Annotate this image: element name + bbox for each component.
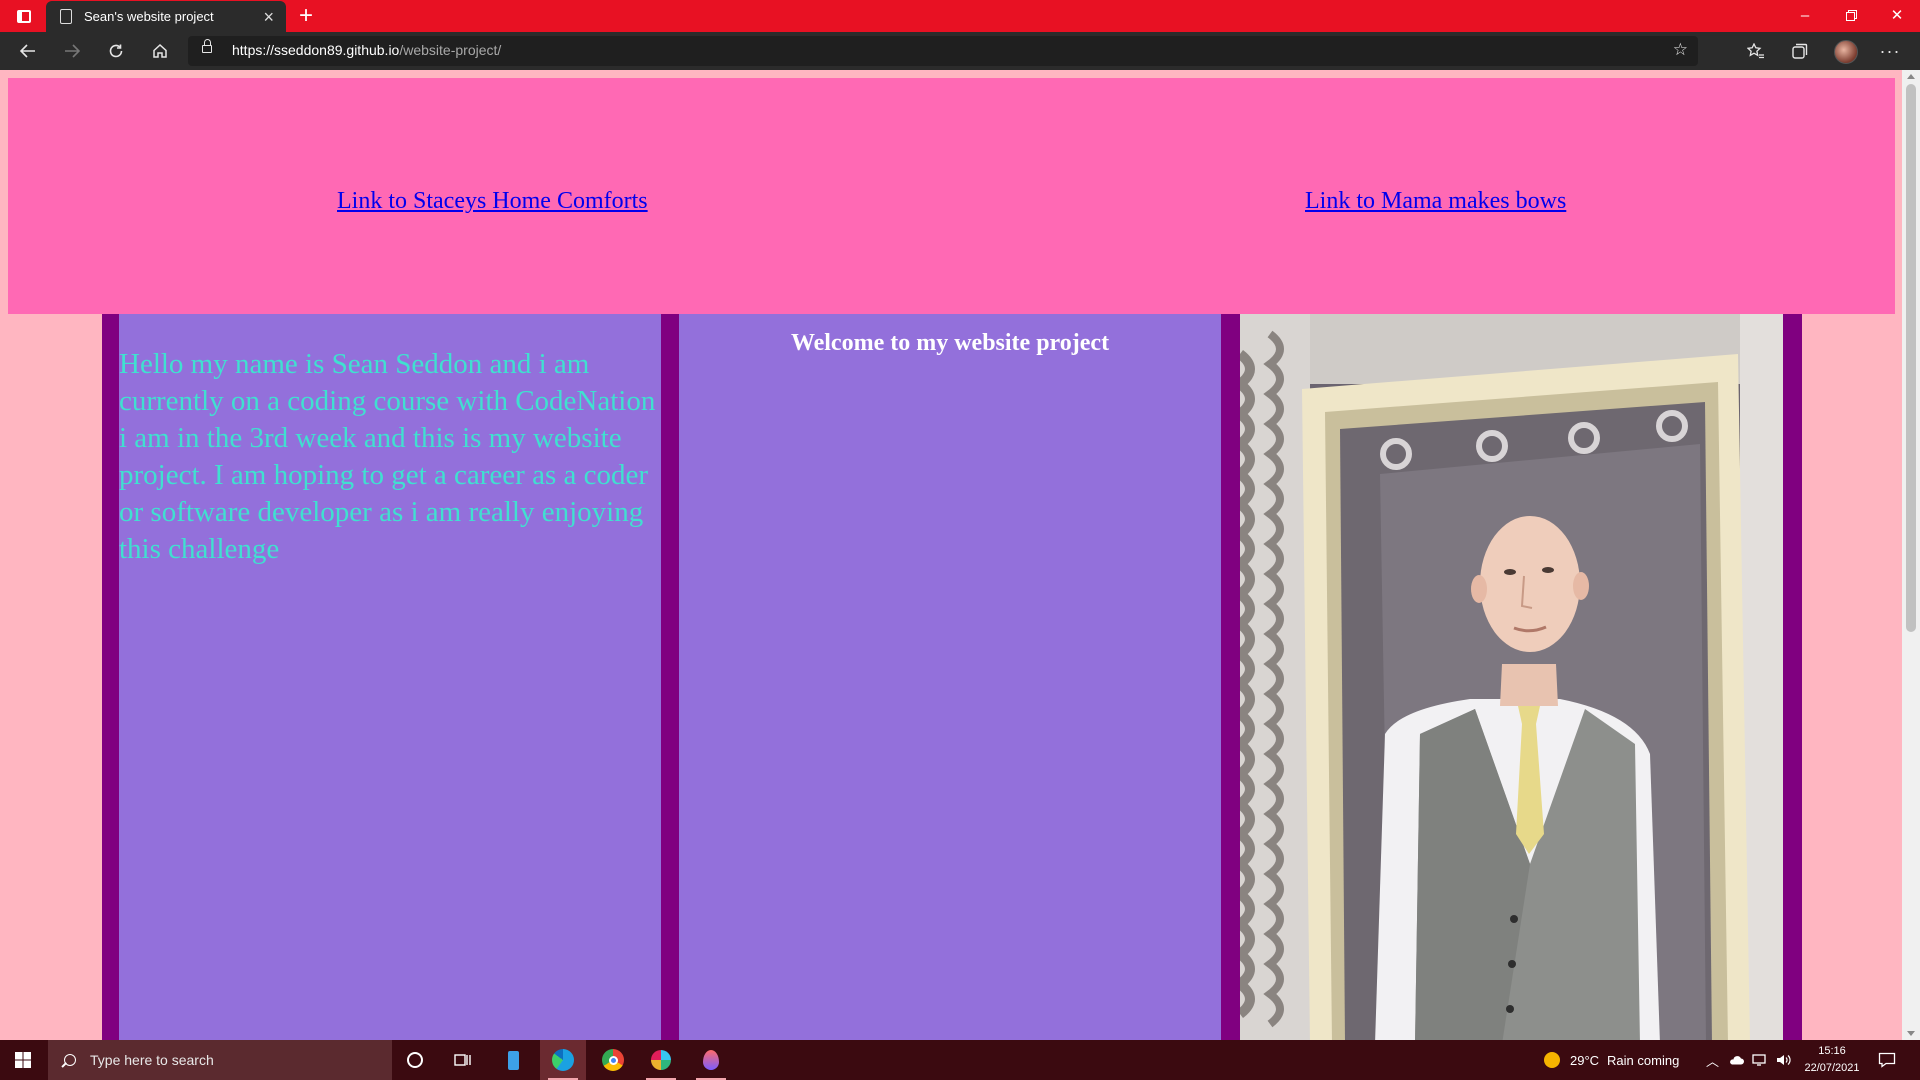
scroll-down-icon[interactable] xyxy=(1907,1031,1915,1036)
restore-icon xyxy=(1845,9,1857,21)
page-header: Link to Staceys Home Comforts Link to Ma… xyxy=(8,78,1895,314)
temperature: 29°C xyxy=(1570,1052,1600,1068)
chrome-icon xyxy=(602,1049,624,1071)
search-placeholder: Type here to search xyxy=(90,1052,214,1068)
windows-logo-icon xyxy=(15,1052,31,1068)
show-hidden-icons-button[interactable]: ︿ xyxy=(1706,1040,1719,1080)
notification-center-button[interactable] xyxy=(1878,1040,1896,1080)
tab-actions-button[interactable] xyxy=(10,6,38,26)
clock-time: 15:16 xyxy=(1818,1045,1846,1057)
url-host: https://sseddon89.github.io xyxy=(232,42,400,58)
welcome-heading: Welcome to my website project xyxy=(790,330,1110,356)
clock-date: 22/07/2021 xyxy=(1804,1062,1860,1074)
cortana-icon xyxy=(407,1052,423,1068)
search-icon xyxy=(64,1054,76,1066)
welcome-column: Welcome to my website project xyxy=(679,314,1221,1040)
windows-taskbar: Type here to search 29°C Rain coming ︿ 1… xyxy=(0,1040,1920,1080)
back-arrow-icon xyxy=(20,44,35,58)
drop-app-icon xyxy=(703,1050,719,1070)
network-monitor-icon xyxy=(1752,1054,1766,1066)
photo-illustration xyxy=(1240,314,1783,1040)
sun-icon xyxy=(1544,1052,1560,1068)
browser-tab[interactable]: Sean's website project × xyxy=(46,1,286,32)
weather-widget[interactable]: 29°C Rain coming xyxy=(1544,1040,1679,1080)
taskbar-app-drop[interactable] xyxy=(688,1040,734,1080)
profile-avatar[interactable] xyxy=(1834,40,1858,64)
forward-arrow-icon xyxy=(65,44,80,58)
lock-icon xyxy=(202,39,212,53)
favorites-button[interactable] xyxy=(1740,37,1772,65)
onedrive-icon[interactable] xyxy=(1728,1040,1744,1080)
web-page: Link to Staceys Home Comforts Link to Ma… xyxy=(0,70,1902,1040)
back-button[interactable] xyxy=(12,37,44,65)
weather-status: Rain coming xyxy=(1607,1052,1680,1068)
page-scrollbar[interactable] xyxy=(1902,70,1920,1040)
page-icon xyxy=(60,9,72,24)
browser-titlebar: Sean's website project × + – ✕ xyxy=(0,0,1920,32)
scroll-up-icon[interactable] xyxy=(1907,74,1915,79)
tab-actions-icon xyxy=(17,9,31,23)
tab-close-icon[interactable]: × xyxy=(263,8,274,26)
close-window-button[interactable]: ✕ xyxy=(1874,0,1920,30)
favorites-icon xyxy=(1747,43,1764,59)
intro-column: Hello my name is Sean Seddon and i am cu… xyxy=(119,314,661,1040)
taskbar-app-slack[interactable] xyxy=(638,1040,684,1080)
slack-icon xyxy=(651,1050,671,1070)
url-path: /website-project/ xyxy=(399,42,502,58)
settings-more-button[interactable]: ··· xyxy=(1874,37,1906,65)
start-button[interactable] xyxy=(0,1040,46,1080)
task-view-button[interactable] xyxy=(440,1040,486,1080)
taskbar-search[interactable]: Type here to search xyxy=(48,1040,392,1080)
forward-button[interactable] xyxy=(56,37,88,65)
restore-button[interactable] xyxy=(1828,0,1874,30)
url-text: https://sseddon89.github.io/website-proj… xyxy=(232,42,501,58)
add-favorite-icon[interactable]: ☆ xyxy=(1673,40,1688,60)
edge-icon xyxy=(552,1049,574,1071)
profile-photo xyxy=(1240,314,1783,1040)
taskbar-app-chrome[interactable] xyxy=(590,1040,636,1080)
volume-icon[interactable] xyxy=(1776,1040,1792,1080)
home-button[interactable] xyxy=(144,37,176,65)
chevron-up-icon: ︿ xyxy=(1706,1053,1720,1069)
content-columns: Hello my name is Sean Seddon and i am cu… xyxy=(102,314,1802,1040)
collections-button[interactable] xyxy=(1784,37,1816,65)
task-view-icon xyxy=(454,1054,471,1066)
mama-makes-bows-link[interactable]: Link to Mama makes bows xyxy=(1305,188,1566,215)
new-tab-button[interactable]: + xyxy=(292,2,320,30)
home-icon xyxy=(153,43,167,58)
notification-icon xyxy=(1878,1052,1896,1068)
refresh-icon xyxy=(109,44,123,58)
scroll-thumb[interactable] xyxy=(1906,84,1916,632)
cloud-icon xyxy=(1730,1056,1744,1065)
intro-text: Hello my name is Sean Seddon and i am cu… xyxy=(119,348,656,565)
tab-title: Sean's website project xyxy=(84,9,214,24)
network-icon[interactable] xyxy=(1752,1040,1768,1080)
taskbar-app-phone[interactable] xyxy=(490,1040,536,1080)
address-bar[interactable]: https://sseddon89.github.io/website-proj… xyxy=(188,36,1698,66)
taskbar-app-edge[interactable] xyxy=(540,1040,586,1080)
refresh-button[interactable] xyxy=(100,37,132,65)
phone-app-icon xyxy=(507,1050,519,1070)
collections-icon xyxy=(1792,43,1808,59)
speaker-icon xyxy=(1777,1055,1791,1065)
taskbar-clock[interactable]: 15:16 22/07/2021 xyxy=(1800,1043,1864,1077)
staceys-home-comforts-link[interactable]: Link to Staceys Home Comforts xyxy=(337,188,648,215)
browser-toolbar: https://sseddon89.github.io/website-proj… xyxy=(0,32,1920,70)
cortana-button[interactable] xyxy=(392,1040,438,1080)
minimize-button[interactable]: – xyxy=(1782,0,1828,30)
